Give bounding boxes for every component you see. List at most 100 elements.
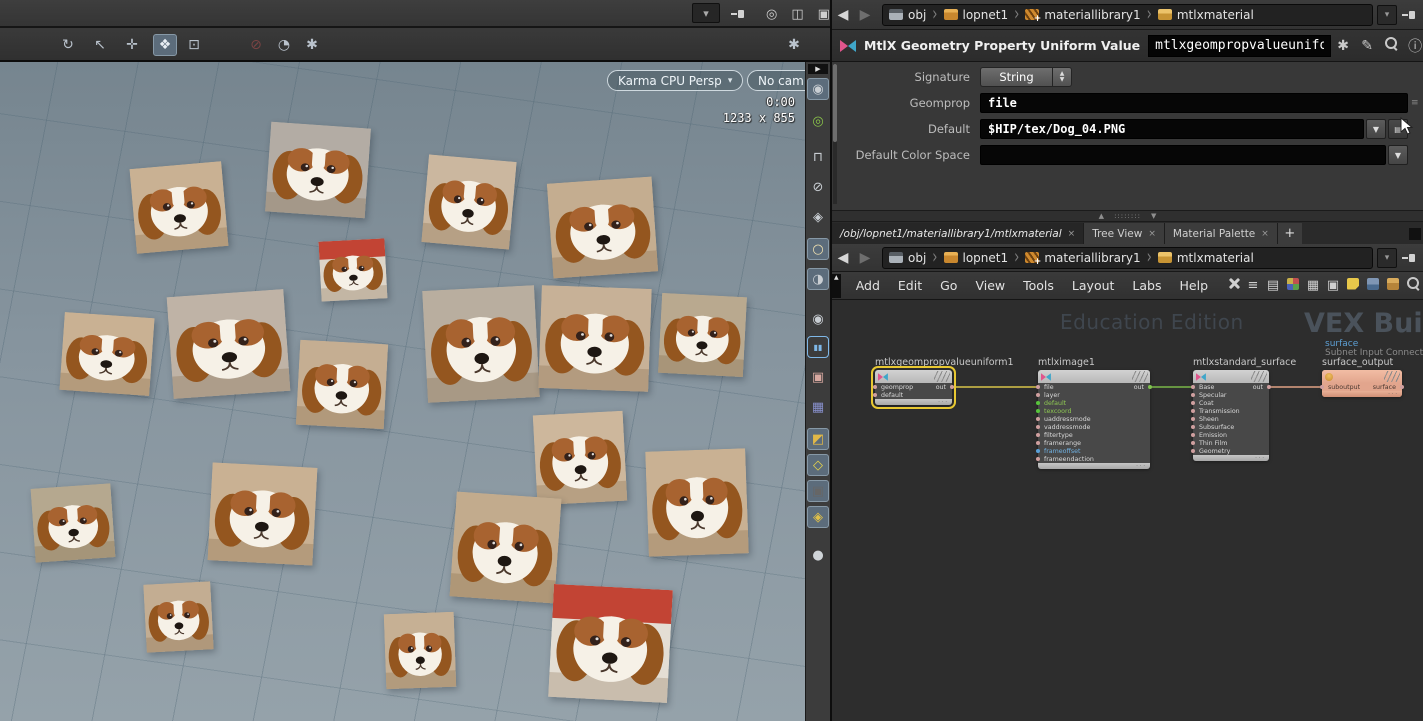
pause-icon[interactable]: ▮▮ bbox=[807, 336, 829, 358]
menu-labs[interactable]: Labs bbox=[1123, 278, 1170, 293]
ladder-handle-icon[interactable]: ≡ bbox=[1411, 98, 1419, 108]
input-dot[interactable] bbox=[1191, 401, 1195, 405]
lasso-select-icon[interactable]: ◇ bbox=[807, 454, 829, 476]
stow-arrow-icon[interactable]: ▲ bbox=[832, 274, 841, 298]
globe-icon[interactable]: ● bbox=[807, 544, 829, 566]
dog-card[interactable] bbox=[208, 462, 318, 565]
colorspace-field[interactable] bbox=[980, 145, 1386, 165]
back-button[interactable]: ◀ bbox=[832, 7, 854, 23]
default-light-icon[interactable]: ○ bbox=[807, 238, 829, 260]
renderer-pill[interactable]: Karma CPU Persp ▾ bbox=[607, 70, 743, 91]
signature-dropdown[interactable]: String ▲▼ bbox=[980, 67, 1072, 87]
input-dot[interactable] bbox=[1036, 385, 1040, 389]
material-sphere-icon[interactable]: ◑ bbox=[807, 268, 829, 290]
dog-card[interactable] bbox=[167, 289, 291, 399]
input-dot[interactable] bbox=[1191, 441, 1195, 445]
snapshot-images-icon[interactable]: ▣ bbox=[807, 366, 829, 388]
menu-tools[interactable]: Tools bbox=[1014, 278, 1063, 293]
dog-card[interactable] bbox=[538, 285, 652, 392]
breadcrumb-item-lopnet1[interactable]: lopnet1 bbox=[944, 8, 1009, 22]
white-square-icon[interactable]: ▣ bbox=[818, 7, 830, 22]
menu-view[interactable]: View bbox=[966, 278, 1014, 293]
input-dot[interactable] bbox=[1191, 385, 1195, 389]
pane-splitter[interactable]: ▲ :::::::: ▼ bbox=[832, 210, 1423, 222]
windows-stack-icon[interactable]: ▣ bbox=[1323, 278, 1343, 293]
input-dot[interactable] bbox=[1036, 401, 1040, 405]
headlight-off-icon[interactable]: ⊘ bbox=[807, 176, 829, 198]
cube-icon[interactable]: ◫ bbox=[791, 7, 803, 22]
tab-close-icon[interactable]: × bbox=[1261, 229, 1269, 239]
dog-card[interactable] bbox=[296, 340, 388, 429]
dog-card[interactable] bbox=[533, 411, 628, 506]
color-palette-icon[interactable] bbox=[1283, 278, 1303, 294]
network-editor[interactable]: Education Edition VEX Builde mtlxgeompro… bbox=[832, 300, 1423, 721]
layout-grid-icon[interactable]: ▦ bbox=[1303, 278, 1323, 293]
output-dot[interactable] bbox=[1148, 385, 1152, 389]
input-dot[interactable] bbox=[1320, 385, 1324, 389]
output-dot[interactable] bbox=[1267, 385, 1271, 389]
tab-close-icon[interactable]: × bbox=[1148, 229, 1156, 239]
colorspace-dropdown[interactable]: ▼ bbox=[1388, 145, 1408, 165]
input-dot[interactable] bbox=[1036, 457, 1040, 461]
breadcrumb-item-obj[interactable]: obj bbox=[889, 251, 926, 265]
input-dot[interactable] bbox=[1191, 409, 1195, 413]
sticky-note-icon[interactable] bbox=[1343, 278, 1363, 294]
dog-card[interactable] bbox=[548, 584, 673, 703]
scene-box-icon[interactable]: ▦ bbox=[807, 396, 829, 418]
view-eye-small-icon[interactable]: ◉ bbox=[807, 308, 829, 330]
gear-icon[interactable]: ✱ bbox=[1331, 38, 1355, 54]
breadcrumb-item-lopnet1[interactable]: lopnet1 bbox=[944, 251, 1009, 265]
tools-wrench-icon[interactable] bbox=[1223, 277, 1243, 294]
dog-card[interactable] bbox=[318, 238, 387, 301]
menu-edit[interactable]: Edit bbox=[889, 278, 931, 293]
camera-dark-icon[interactable]: ▣ bbox=[807, 480, 829, 502]
grid-diamond-icon[interactable]: ◈ bbox=[807, 506, 829, 528]
breadcrumb-item-mtlxmaterial[interactable]: mtlxmaterial bbox=[1158, 8, 1254, 22]
input-dot[interactable] bbox=[1036, 417, 1040, 421]
pin-icon[interactable] bbox=[1401, 8, 1417, 22]
breadcrumb-item-materiallibrary1[interactable]: materiallibrary1 bbox=[1025, 251, 1140, 265]
input-dot[interactable] bbox=[1036, 425, 1040, 429]
menu-add[interactable]: Add bbox=[847, 278, 889, 293]
dog-card[interactable] bbox=[449, 491, 561, 603]
forward-button[interactable]: ▶ bbox=[854, 7, 876, 23]
spinner-icon[interactable]: ▲▼ bbox=[1052, 67, 1072, 87]
render-region-icon[interactable]: ◎ bbox=[807, 110, 829, 132]
radio-target-icon[interactable]: ◎ bbox=[766, 7, 777, 22]
splitter-up-icon[interactable]: ▲ bbox=[1099, 212, 1104, 220]
dog-card[interactable] bbox=[547, 176, 658, 278]
dog-card[interactable] bbox=[421, 154, 516, 249]
breadcrumb-item-mtlxmaterial[interactable]: mtlxmaterial bbox=[1158, 251, 1254, 265]
input-dot[interactable] bbox=[1036, 441, 1040, 445]
tab-close-icon[interactable]: × bbox=[1068, 229, 1076, 239]
node-flags[interactable] bbox=[1384, 371, 1400, 382]
input-dot[interactable] bbox=[1036, 449, 1040, 453]
breadcrumb-item-materiallibrary1[interactable]: materiallibrary1 bbox=[1025, 8, 1140, 22]
new-tab-button[interactable]: + bbox=[1278, 223, 1302, 244]
node-flags[interactable] bbox=[934, 371, 950, 382]
lock-icon[interactable]: ⊓ bbox=[807, 146, 829, 168]
zoom-box-icon[interactable]: ⊡ bbox=[182, 34, 206, 56]
input-dot[interactable] bbox=[1036, 433, 1040, 437]
input-dot[interactable] bbox=[1191, 425, 1195, 429]
tab-tree-view[interactable]: Tree View× bbox=[1084, 223, 1165, 244]
breadcrumb-item-obj[interactable]: obj bbox=[889, 8, 926, 22]
node-flags[interactable] bbox=[1251, 371, 1267, 382]
input-dot[interactable] bbox=[873, 385, 877, 389]
splitter-grip[interactable]: :::::::: bbox=[1114, 212, 1141, 220]
dog-card[interactable] bbox=[143, 581, 213, 652]
menu-layout[interactable]: Layout bbox=[1063, 278, 1124, 293]
stow-arrow-icon[interactable]: ▶ bbox=[808, 64, 828, 74]
input-dot[interactable] bbox=[1191, 433, 1195, 437]
node-flags[interactable] bbox=[1132, 371, 1148, 382]
node-mtlximage1[interactable]: fileoutlayerdefaulttexcoorduaddressmodev… bbox=[1038, 370, 1150, 469]
tab-stow-icon[interactable] bbox=[1409, 228, 1421, 240]
scene-viewport[interactable]: Karma CPU Persp ▾ No cam ▾ 0:00 1233 x 8… bbox=[0, 62, 805, 721]
dog-card[interactable] bbox=[384, 612, 457, 689]
menu-help[interactable]: Help bbox=[1171, 278, 1218, 293]
list-view-icon[interactable]: ▤ bbox=[1263, 278, 1283, 293]
image-add-icon[interactable] bbox=[1363, 278, 1383, 294]
input-dot[interactable] bbox=[1036, 409, 1040, 413]
gear-box-icon[interactable]: ✱ bbox=[300, 34, 324, 56]
pin-icon[interactable] bbox=[730, 7, 746, 21]
